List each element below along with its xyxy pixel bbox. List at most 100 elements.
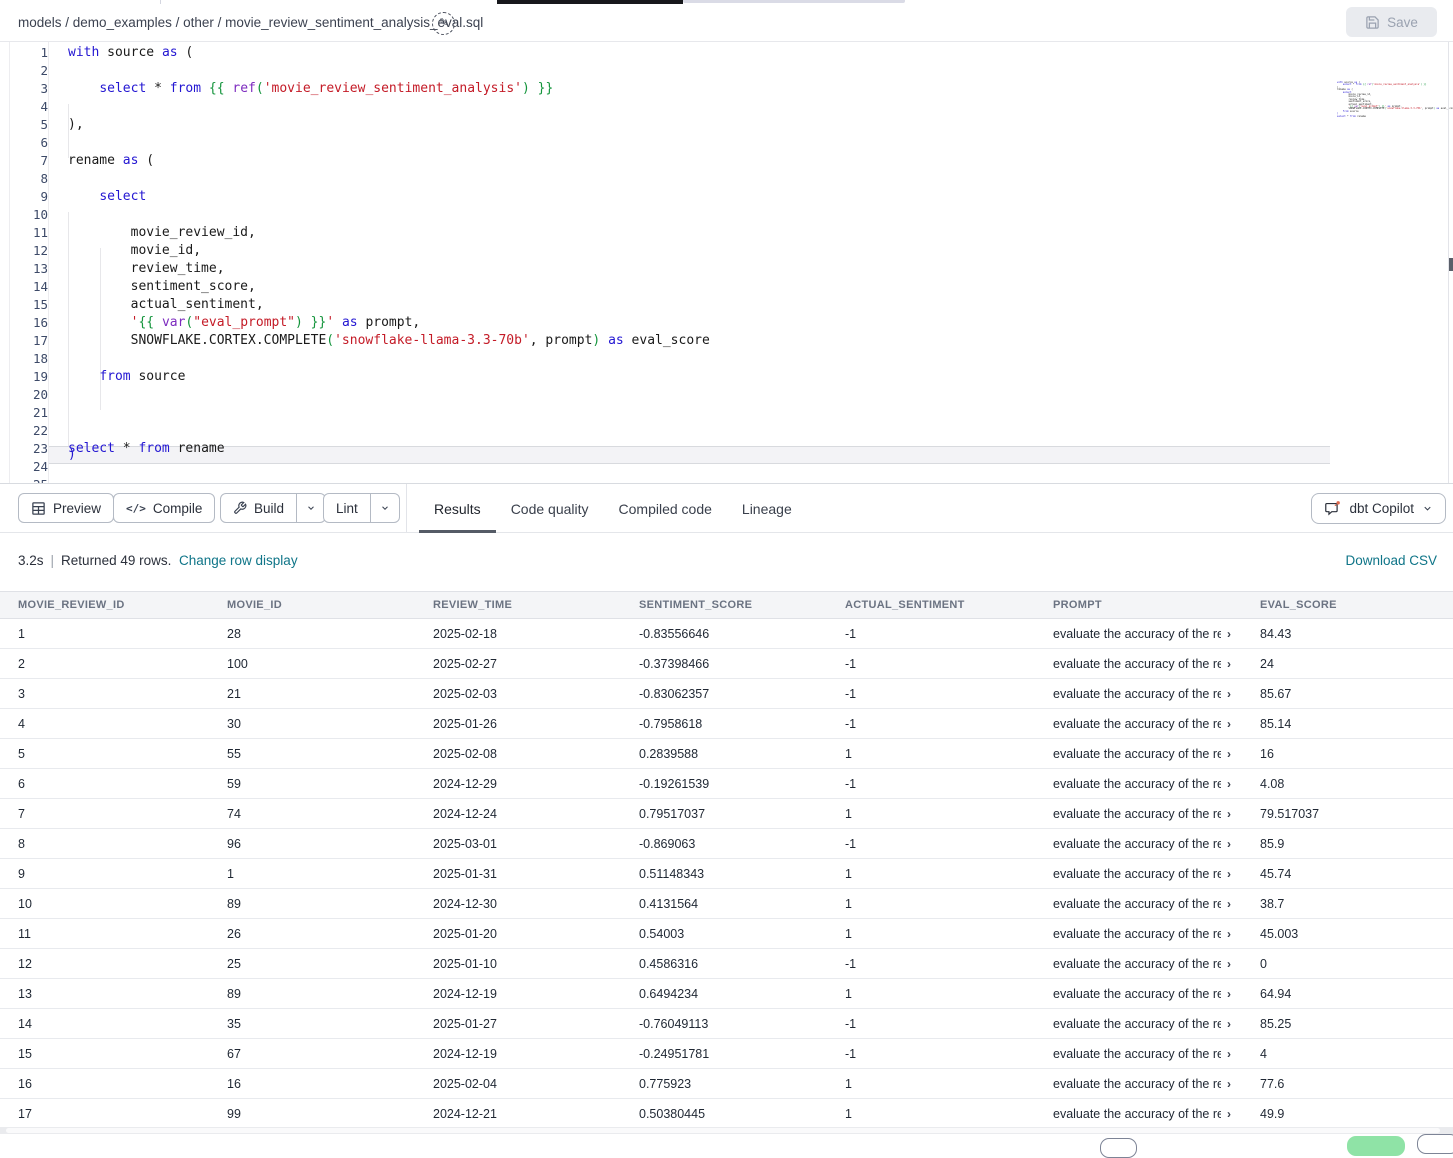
editor-scrollbar-thumb[interactable] <box>1449 258 1453 271</box>
expand-cell-icon[interactable]: › <box>1227 1108 1231 1120</box>
table-cell: -1 <box>845 957 1053 971</box>
table-cell: 1 <box>845 807 1053 821</box>
tab-code-quality[interactable]: Code quality <box>496 484 604 533</box>
code-line: actual_sentiment, <box>68 296 1338 314</box>
build-dropdown-toggle[interactable] <box>296 494 325 522</box>
query-duration: 3.2s <box>18 553 44 568</box>
column-header-movie_review_id[interactable]: MOVIE_REVIEW_ID <box>18 599 227 611</box>
lint-split-button: Lint <box>323 493 400 523</box>
table-cell: 16 <box>18 1077 227 1091</box>
table-header-row: MOVIE_REVIEW_IDMOVIE_IDREVIEW_TIMESENTIM… <box>0 591 1453 619</box>
code-line: rename as ( <box>68 152 1338 170</box>
table-row[interactable]: 11262025-01-200.540031evaluate the accur… <box>0 919 1453 949</box>
table-row[interactable]: 13892024-12-190.64942341evaluate the acc… <box>0 979 1453 1009</box>
column-header-actual_sentiment[interactable]: ACTUAL_SENTIMENT <box>845 599 1053 611</box>
edit-pencil-circle-icon[interactable]: ✎ <box>432 12 455 35</box>
expand-cell-icon[interactable]: › <box>1227 748 1231 760</box>
expand-cell-icon[interactable]: › <box>1227 1018 1231 1030</box>
code-token: as <box>342 315 358 330</box>
table-row[interactable]: 12252025-01-100.4586316-1evaluate the ac… <box>0 949 1453 979</box>
horizontal-scrollbar[interactable] <box>0 1127 1453 1134</box>
column-header-eval_score[interactable]: EVAL_SCORE <box>1260 599 1453 611</box>
prompt-cell: evaluate the accuracy of the res...› <box>1053 987 1260 1001</box>
expand-cell-icon[interactable]: › <box>1227 988 1231 1000</box>
column-header-prompt[interactable]: PROMPT <box>1053 599 1260 611</box>
table-row[interactable]: 1282025-02-18-0.83556646-1evaluate the a… <box>0 619 1453 649</box>
breadcrumb[interactable]: models / demo_examples / other / movie_r… <box>18 15 483 30</box>
tab-results[interactable]: Results <box>419 484 496 533</box>
expand-cell-icon[interactable]: › <box>1227 1048 1231 1060</box>
code-line <box>68 350 1338 368</box>
table-row[interactable]: 6592024-12-29-0.19261539-1evaluate the a… <box>0 769 1453 799</box>
preview-button[interactable]: Preview <box>18 493 114 523</box>
code-minimap[interactable]: with source as ( select * from {{ ref('m… <box>1337 82 1432 118</box>
prompt-text: evaluate the accuracy of the res... <box>1053 777 1221 791</box>
table-cell: -0.83556646 <box>639 627 845 641</box>
gutter-border <box>48 42 49 483</box>
table-cell: -1 <box>845 627 1053 641</box>
column-header-review_time[interactable]: REVIEW_TIME <box>433 599 639 611</box>
code-token: "eval_prompt" <box>193 315 295 330</box>
cutoff-bottom-button[interactable] <box>1100 1138 1137 1158</box>
expand-cell-icon[interactable]: › <box>1227 658 1231 670</box>
table-cell: 2025-02-08 <box>433 747 639 761</box>
expand-cell-icon[interactable]: › <box>1227 628 1231 640</box>
tab-compiled-code[interactable]: Compiled code <box>604 484 727 533</box>
lint-dropdown-toggle[interactable] <box>370 494 399 522</box>
expand-cell-icon[interactable]: › <box>1227 928 1231 940</box>
prompt-text: evaluate the accuracy of the res... <box>1053 1077 1221 1091</box>
code-token: as <box>608 333 624 348</box>
expand-cell-icon[interactable]: › <box>1227 808 1231 820</box>
horizontal-scrollbar-thumb[interactable] <box>6 1128 1440 1133</box>
table-row[interactable]: 4302025-01-26-0.7958618-1evaluate the ac… <box>0 709 1453 739</box>
table-cell: -1 <box>845 1047 1053 1061</box>
expand-cell-icon[interactable]: › <box>1227 778 1231 790</box>
table-cell: -0.76049113 <box>639 1017 845 1031</box>
table-cell: -1 <box>845 837 1053 851</box>
save-button[interactable]: Save <box>1346 7 1437 37</box>
table-row[interactable]: 8962025-03-01-0.869063-1evaluate the acc… <box>0 829 1453 859</box>
table-row[interactable]: 16162025-02-040.7759231evaluate the accu… <box>0 1069 1453 1099</box>
column-header-sentiment_score[interactable]: SENTIMENT_SCORE <box>639 599 845 611</box>
table-cell: 16 <box>1260 747 1453 761</box>
lint-button[interactable]: Lint <box>324 494 370 522</box>
table-row[interactable]: 17992024-12-210.503804451evaluate the ac… <box>0 1099 1453 1129</box>
expand-cell-icon[interactable]: › <box>1227 838 1231 850</box>
tab-lineage[interactable]: Lineage <box>727 484 807 533</box>
expand-cell-icon[interactable]: › <box>1227 958 1231 970</box>
table-row[interactable]: 3212025-02-03-0.83062357-1evaluate the a… <box>0 679 1453 709</box>
code-line: movie_review_id, <box>68 224 1338 242</box>
code-content[interactable]: with source as ( select * from {{ ref('m… <box>68 44 1338 483</box>
table-cell: 4.08 <box>1260 777 1453 791</box>
build-button[interactable]: Build <box>221 494 296 522</box>
column-header-movie_id[interactable]: MOVIE_ID <box>227 599 433 611</box>
expand-cell-icon[interactable]: › <box>1227 868 1231 880</box>
table-row[interactable]: 14352025-01-27-0.76049113-1evaluate the … <box>0 1009 1453 1039</box>
expand-cell-icon[interactable]: › <box>1227 898 1231 910</box>
download-csv-link[interactable]: Download CSV <box>1345 553 1437 568</box>
table-cell: 49.9 <box>1260 1107 1453 1121</box>
code-token: select <box>1337 115 1346 118</box>
expand-cell-icon[interactable]: › <box>1227 718 1231 730</box>
table-row[interactable]: 7742024-12-240.795170371evaluate the acc… <box>0 799 1453 829</box>
prompt-text: evaluate the accuracy of the res... <box>1053 657 1221 671</box>
table-cell: -1 <box>845 1017 1053 1031</box>
code-token: ) <box>295 315 303 330</box>
table-row[interactable]: 15672024-12-19-0.24951781-1evaluate the … <box>0 1039 1453 1069</box>
table-row[interactable]: 10892024-12-300.41315641evaluate the acc… <box>0 889 1453 919</box>
code-token: from <box>99 369 130 384</box>
line-number: 11 <box>10 224 48 242</box>
code-token <box>68 369 99 384</box>
expand-cell-icon[interactable]: › <box>1227 1078 1231 1090</box>
compile-button[interactable]: </> Compile <box>113 493 215 523</box>
dbt-copilot-button[interactable]: dbt Copilot <box>1311 493 1446 524</box>
sql-code-editor[interactable]: ) 12345678910111213141516171819202122232… <box>0 42 1453 483</box>
change-row-display-link[interactable]: Change row display <box>179 553 298 568</box>
table-row[interactable]: 5552025-02-080.28395881evaluate the accu… <box>0 739 1453 769</box>
expand-cell-icon[interactable]: › <box>1227 688 1231 700</box>
code-token: with <box>68 45 99 60</box>
table-row[interactable]: 21002025-02-27-0.37398466-1evaluate the … <box>0 649 1453 679</box>
cutoff-bottom-button[interactable] <box>1417 1134 1453 1154</box>
code-token: {{ <box>209 81 225 96</box>
table-row[interactable]: 912025-01-310.511483431evaluate the accu… <box>0 859 1453 889</box>
